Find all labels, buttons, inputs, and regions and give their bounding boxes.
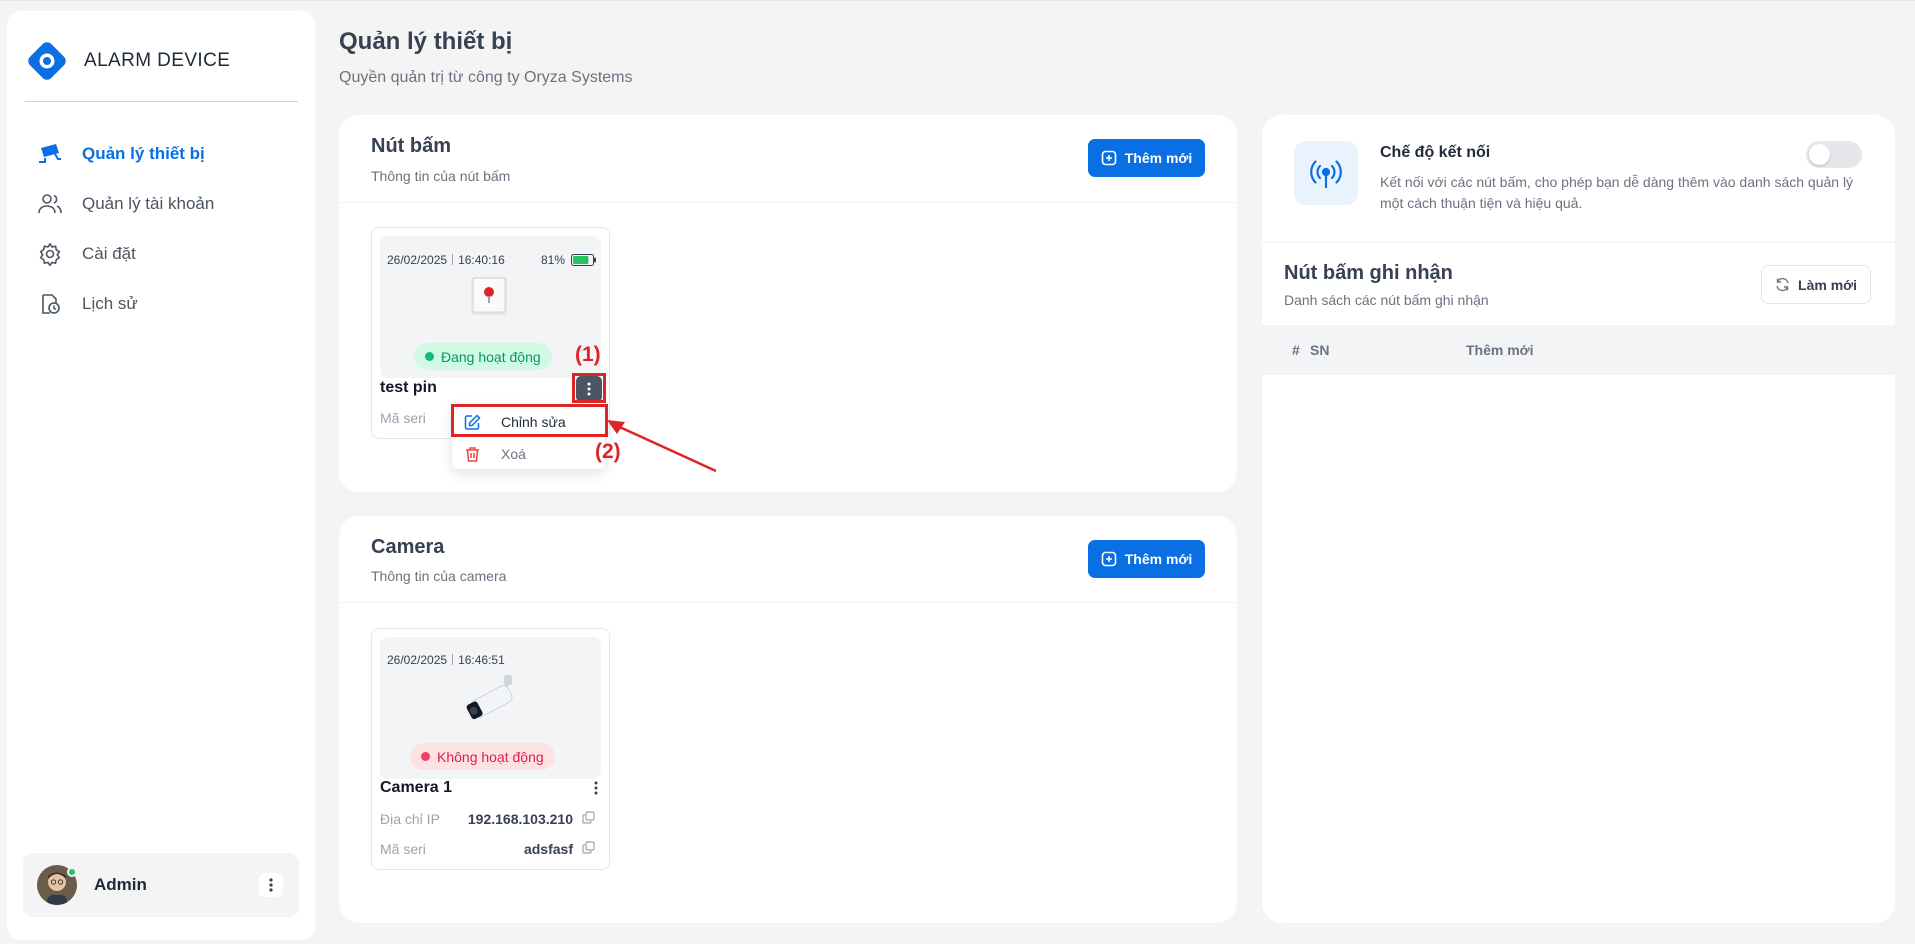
column-sn: SN	[1310, 342, 1330, 358]
card-date: 26/02/2025	[387, 253, 448, 267]
user-name: Admin	[94, 875, 147, 894]
trash-icon	[466, 446, 479, 462]
status-badge-label: Đang hoạt động	[441, 348, 541, 365]
status-badge-label: Không hoạt động	[437, 748, 544, 765]
serial-label: Mã seri	[380, 410, 426, 426]
plus-square-icon	[1101, 551, 1117, 567]
refresh-label: Làm mới	[1798, 276, 1857, 293]
panel-divider	[339, 202, 1237, 203]
alarm-button-image	[469, 275, 511, 322]
sidebar-item-history[interactable]: Lịch sử	[37, 279, 297, 329]
plus-square-icon	[1101, 150, 1117, 166]
sidebar-nav: Quản lý thiết bị Quản lý tài khoản Cài đ…	[37, 129, 297, 329]
ip-value: 192.168.103.210	[467, 811, 573, 827]
add-camera-button[interactable]: Thêm mới	[1088, 540, 1205, 578]
copy-serial-icon[interactable]	[582, 841, 595, 859]
card-name: Camera 1	[380, 779, 453, 796]
connection-icon-box	[1294, 141, 1358, 205]
user-profile[interactable]: Admin	[23, 853, 299, 917]
sidebar: ALARM DEVICE Quản lý thiết bị Quản lý tà…	[7, 11, 315, 940]
sidebar-item-device-management[interactable]: Quản lý thiết bị	[37, 129, 297, 179]
toggle-knob	[1809, 144, 1830, 165]
camera-device-card[interactable]: 26/02/2025 16:46:51 Không hoạt động Camer…	[371, 628, 610, 870]
page-title: Quản lý thiết bị	[339, 28, 513, 55]
delete-menu-label: Xoá	[501, 446, 526, 462]
buttons-panel-title: Nút bấm	[371, 135, 451, 157]
add-camera-label: Thêm mới	[1124, 551, 1193, 567]
refresh-icon	[1776, 277, 1789, 292]
card-timestamp: 26/02/2025 16:46:51	[387, 653, 505, 667]
serial-label: Mã seri	[380, 841, 426, 857]
sidebar-item-settings[interactable]: Cài đặt	[37, 229, 297, 279]
column-added: Thêm mới	[1466, 342, 1534, 358]
card-name: test pin	[380, 379, 437, 396]
avatar	[37, 865, 77, 905]
battery-indicator: 81%	[541, 253, 597, 267]
broadcast-icon	[1310, 160, 1342, 189]
panel-divider	[1262, 242, 1895, 243]
delete-menu-item[interactable]: Xoá	[452, 439, 605, 469]
connection-mode-toggle[interactable]	[1806, 141, 1862, 168]
card-timestamp: 26/02/2025 16:40:16	[387, 253, 505, 267]
recorded-title: Nút bấm ghi nhận	[1284, 262, 1453, 284]
buttons-panel-subtitle: Thông tin của nút bấm	[371, 168, 511, 184]
connection-description: Kết nối với các nút bấm, cho phép bạn dễ…	[1380, 174, 1854, 211]
ip-label: Địa chỉ IP	[380, 811, 440, 827]
more-vertical-icon	[269, 878, 273, 892]
brand-logo-icon	[25, 39, 69, 83]
column-index: #	[1292, 342, 1300, 358]
card-time: 16:40:16	[458, 253, 505, 267]
connection-title: Chế độ kết nối	[1380, 144, 1491, 161]
copy-ip-icon[interactable]	[582, 811, 595, 829]
history-clock-icon	[37, 291, 63, 317]
card-menu-button[interactable]	[583, 775, 609, 801]
card-date: 26/02/2025	[387, 653, 448, 667]
annotation-arrow	[607, 420, 717, 473]
gear-icon	[37, 241, 63, 267]
brand[interactable]: ALARM DEVICE	[25, 39, 230, 83]
refresh-button[interactable]: Làm mới	[1761, 265, 1871, 304]
status-badge: Đang hoạt động	[414, 343, 552, 370]
camera-panel-subtitle: Thông tin của camera	[371, 568, 507, 584]
sidebar-item-label: Quản lý thiết bị	[82, 144, 205, 163]
more-vertical-icon	[594, 781, 598, 795]
brand-divider	[25, 101, 298, 102]
sidebar-item-label: Cài đặt	[82, 244, 136, 263]
page-subtitle: Quyền quản trị từ công ty Oryza Systems	[339, 69, 633, 86]
camera-panel-title: Camera	[371, 536, 445, 558]
annotation-box-2	[451, 404, 608, 437]
sidebar-item-label: Lịch sử	[82, 294, 138, 313]
status-badge: Không hoạt động	[410, 743, 555, 770]
add-button-button[interactable]: Thêm mới	[1088, 139, 1205, 177]
panel-divider	[339, 602, 1237, 603]
online-status-dot	[67, 867, 77, 877]
serial-value: adsfasf	[523, 841, 573, 857]
recorded-table-header: # SN Thêm mới	[1262, 325, 1895, 375]
annotation-label-1: (1)	[575, 343, 601, 366]
sidebar-item-account-management[interactable]: Quản lý tài khoản	[37, 179, 297, 229]
battery-icon	[571, 254, 596, 266]
camera-image	[462, 673, 520, 728]
battery-percent: 81%	[540, 253, 565, 267]
recorded-subtitle: Danh sách các nút bấm ghi nhận	[1284, 292, 1489, 308]
card-preview: 26/02/2025 16:46:51 Không hoạt động	[380, 637, 601, 779]
add-button-label: Thêm mới	[1124, 150, 1193, 166]
user-menu-button[interactable]	[259, 873, 283, 897]
annotation-box-1	[572, 373, 606, 403]
card-time: 16:46:51	[458, 653, 505, 667]
brand-name: ALARM DEVICE	[84, 50, 231, 71]
cctv-camera-icon	[37, 141, 63, 167]
card-preview: 26/02/2025 16:40:16 81% Đang hoạt động	[380, 236, 601, 378]
sidebar-item-label: Quản lý tài khoản	[82, 194, 215, 213]
users-icon	[37, 191, 63, 217]
connection-panel: Chế độ kết nối Kết nối với các nút bấm, …	[1262, 115, 1895, 923]
